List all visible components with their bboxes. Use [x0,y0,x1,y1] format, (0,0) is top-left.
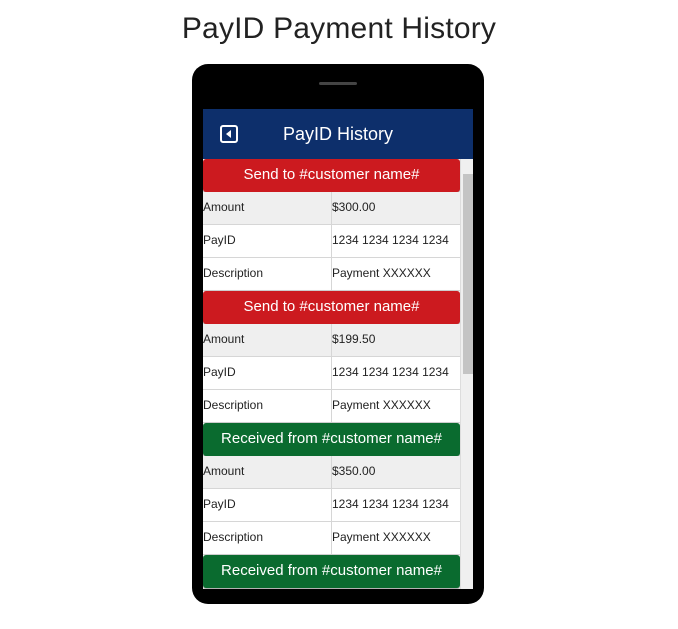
app-header: PayID History [203,109,473,159]
payid-value: 1234 1234 1234 1234 [332,233,449,247]
list-scrollbar[interactable] [460,159,473,589]
description-value: Payment XXXXXX [332,398,431,412]
amount-row: Amount $300.00 [203,192,460,225]
amount-value: $350.00 [332,464,376,478]
payid-label: PayID [203,489,332,521]
header-title: PayID History [282,124,394,144]
transaction-header[interactable]: Received from #customer name# [203,555,460,588]
amount-label: Amount [203,192,332,224]
description-row: Description Payment XXXXXX [203,390,460,423]
description-row: Description Payment XXXXXX [203,522,460,555]
amount-row: Amount $350.00 [203,456,460,489]
payid-label: PayID [203,225,332,257]
payid-value: 1234 1234 1234 1234 [332,365,449,379]
transaction-item: Received from #customer name# [203,555,460,588]
description-label: Description [203,522,332,554]
payid-row: PayID 1234 1234 1234 1234 [203,225,460,258]
description-row: Description Payment XXXXXX [203,258,460,291]
page-title: PayID Payment History [181,12,497,45]
description-label: Description [203,258,332,290]
payid-row: PayID 1234 1234 1234 1234 [203,357,460,390]
transaction-header[interactable]: Send to #customer name# [203,291,460,324]
amount-row: Amount $199.50 [203,324,460,357]
transaction-list[interactable]: Send to #customer name# Amount $300.00 P… [203,159,460,589]
transaction-item: Received from #customer name# Amount $35… [203,423,460,555]
amount-value: $199.50 [332,332,376,346]
phone-screen: PayID History Send to #customer name# Am… [203,109,473,589]
amount-value: $300.00 [332,200,376,214]
phone-frame: PayID History Send to #customer name# Am… [192,64,484,604]
payid-label: PayID [203,357,332,389]
phone-speaker [319,82,357,85]
transaction-header[interactable]: Received from #customer name# [203,423,460,456]
description-value: Payment XXXXXX [332,266,431,280]
amount-label: Amount [203,324,332,356]
payid-value: 1234 1234 1234 1234 [332,497,449,511]
description-value: Payment XXXXXX [332,530,431,544]
amount-label: Amount [203,456,332,488]
payid-row: PayID 1234 1234 1234 1234 [203,489,460,522]
transaction-header[interactable]: Send to #customer name# [203,159,460,192]
back-icon [226,130,231,138]
transaction-item: Send to #customer name# Amount $199.50 P… [203,291,460,423]
description-label: Description [203,390,332,422]
transaction-item: Send to #customer name# Amount $300.00 P… [203,159,460,291]
back-button[interactable] [220,125,238,143]
scrollbar-thumb[interactable] [463,174,473,374]
